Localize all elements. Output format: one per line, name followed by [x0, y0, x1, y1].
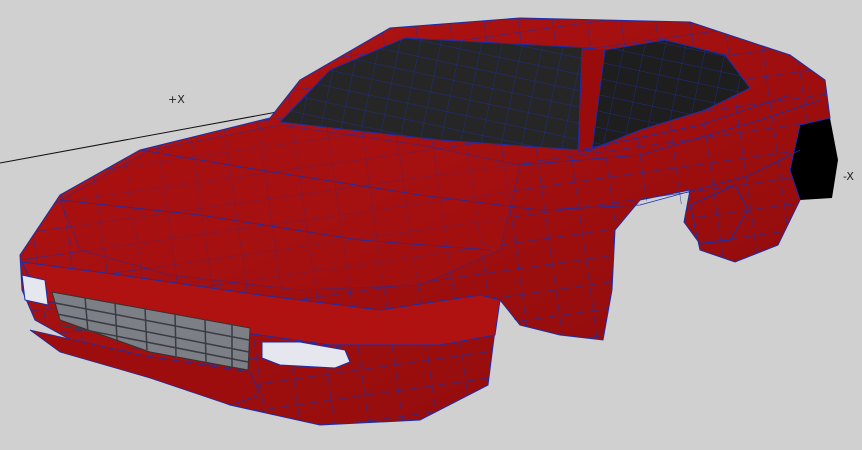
3d-viewport[interactable]: +X -X — [0, 0, 862, 450]
axis-label-positive-x: +X — [168, 93, 185, 106]
car-wireframe-model[interactable] — [0, 0, 862, 450]
axis-label-negative-x: -X — [843, 170, 854, 183]
left-headlight — [21, 274, 49, 306]
